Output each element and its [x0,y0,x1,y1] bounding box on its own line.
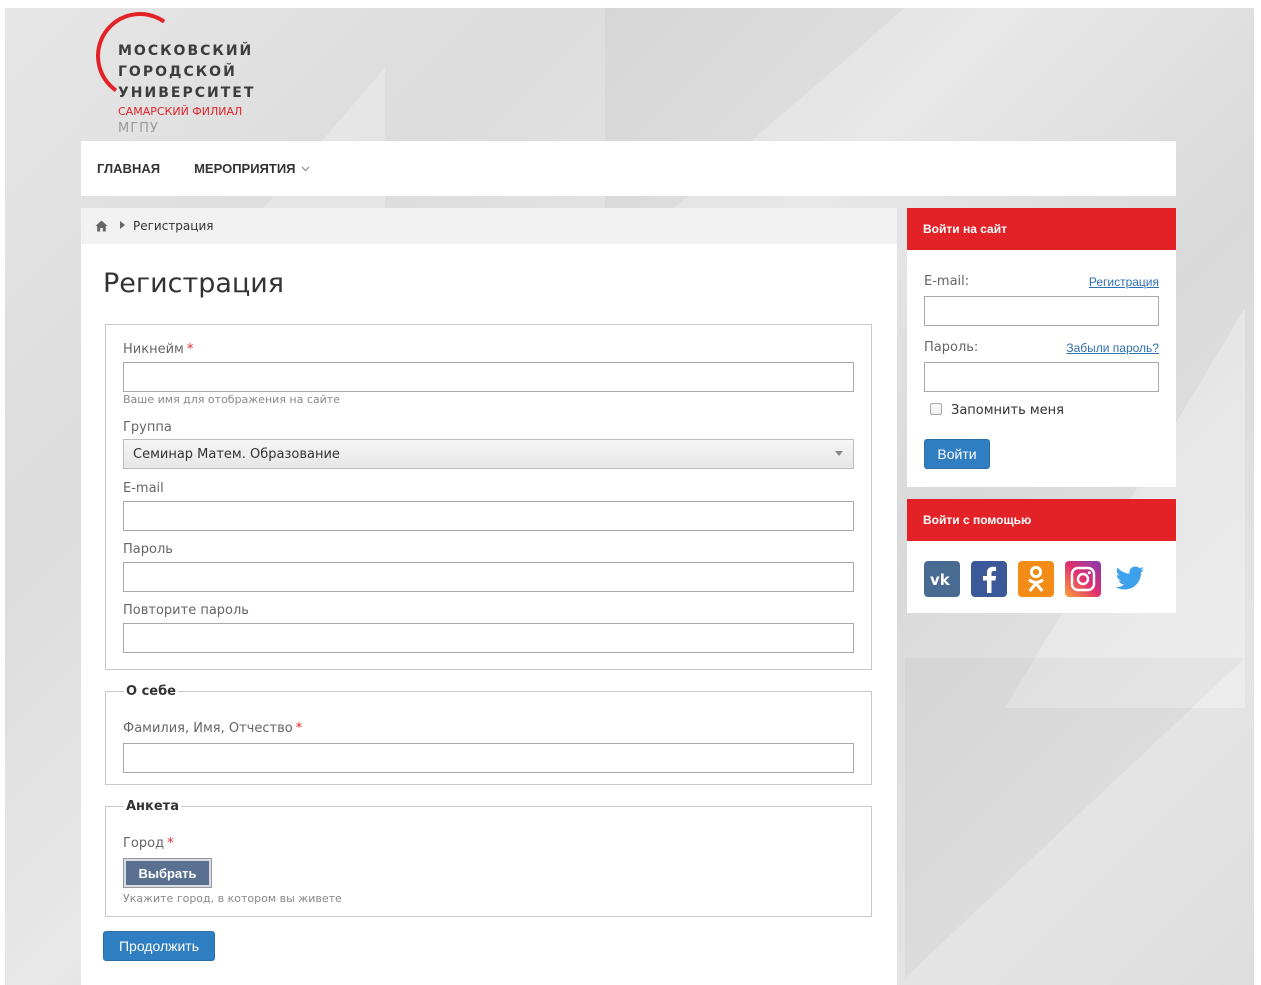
fullname-input[interactable] [123,743,854,773]
social-panel-title: Войти с помощью [907,499,1176,541]
breadcrumb-separator-icon [120,221,125,231]
social-icons-row: vk [924,561,1148,597]
survey-legend: Анкета [126,799,179,814]
account-fieldset: Никнейм * Ваше имя для отображения на сай… [105,324,872,670]
chevron-down-icon [301,164,310,174]
nickname-label: Никнейм * [123,342,194,357]
nav-item-label: МЕРОПРИЯТИЯ [194,161,296,176]
password-repeat-input[interactable] [123,623,854,653]
instagram-icon[interactable] [1065,561,1101,597]
survey-fieldset: Анкета Город * Выбрать Укажите город, в к… [105,799,872,917]
group-label: Группа [123,420,172,435]
choose-city-button[interactable]: Выбрать [123,858,212,888]
continue-button[interactable]: Продолжить [103,931,215,961]
main-content: Регистрация Регистрация Никнейм * Ваше им… [81,208,897,985]
logo-line-4: САМАРСКИЙ ФИЛИАЛ [118,105,243,118]
login-password-label: Пароль: [924,340,979,355]
about-fieldset: О себе Фамилия, Имя, Отчество * [105,684,872,785]
about-legend: О себе [126,684,176,699]
group-select[interactable]: Семинар Матем. Образование [123,439,854,469]
remember-me-label: Запомнить меня [951,403,1065,418]
group-selected-value: Семинар Матем. Образование [133,446,340,462]
nav-item-events[interactable]: МЕРОПРИЯТИЯ [194,161,309,176]
breadcrumb-current: Регистрация [133,219,214,233]
nickname-hint: Ваше имя для отображения на сайте [123,393,340,406]
breadcrumb: Регистрация [81,208,897,244]
logo-line-2: ГОРОДСКОЙ [118,64,237,80]
vk-icon[interactable]: vk [924,561,960,597]
nickname-input[interactable] [123,362,854,392]
logo-line-3: УНИВЕРСИТЕТ [118,85,256,101]
facebook-icon[interactable] [971,561,1007,597]
logo-line-1: МОСКОВСКИЙ [118,43,254,59]
city-label: Город * [123,836,174,851]
login-password-input[interactable] [924,362,1159,392]
login-email-input[interactable] [924,296,1159,326]
register-link[interactable]: Регистрация [1089,275,1159,289]
email-input[interactable] [123,501,854,531]
email-label: E-mail [123,481,164,496]
password-input[interactable] [123,562,854,592]
logo-line-5: МГПУ [118,121,159,136]
login-email-label: E-mail: [924,274,970,289]
caret-down-icon [835,450,843,460]
social-login-panel: Войти с помощью vk [907,499,1176,613]
password-repeat-label: Повторите пароль [123,603,249,618]
password-label: Пароль [123,542,173,557]
login-panel: Войти на сайт E-mail: Регистрация Пароль… [907,208,1176,487]
odnoklassniki-icon[interactable] [1018,561,1054,597]
forgot-password-link[interactable]: Забыли пароль? [1066,341,1159,355]
login-panel-title: Войти на сайт [907,208,1176,250]
nav-item-label: ГЛАВНАЯ [97,161,161,176]
login-button[interactable]: Войти [924,439,990,469]
page-title: Регистрация [103,268,285,299]
nav-item-home[interactable]: ГЛАВНАЯ [97,161,160,176]
home-icon[interactable] [95,220,108,232]
fullname-label: Фамилия, Имя, Отчество * [123,721,303,736]
site-logo[interactable]: МОСКОВСКИЙ ГОРОДСКОЙ УНИВЕРСИТЕТ САМАРСК… [89,5,294,140]
remember-me-checkbox[interactable] [930,403,942,415]
svg-text:vk: vk [930,571,951,587]
main-navbar: ГЛАВНАЯ МЕРОПРИЯТИЯ [81,141,1176,196]
city-hint: Укажите город, в котором вы живете [123,892,342,905]
twitter-icon[interactable] [1112,561,1148,597]
